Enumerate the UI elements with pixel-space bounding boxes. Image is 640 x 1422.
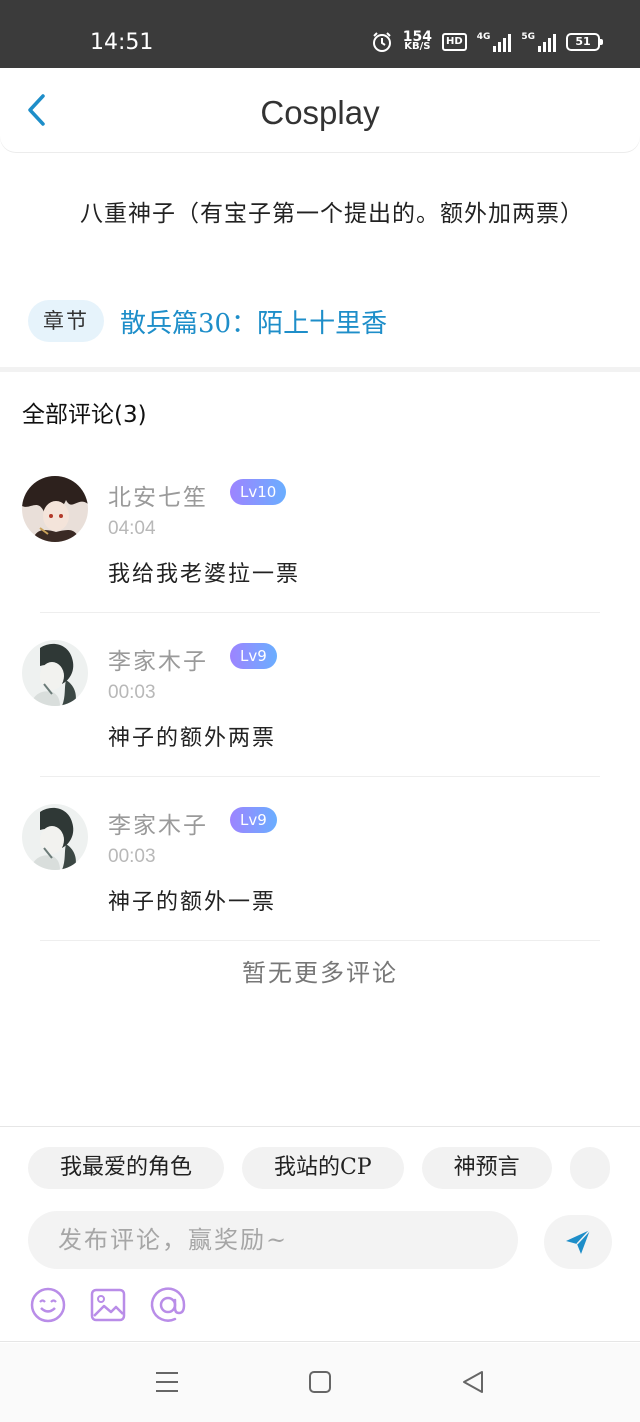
level-badge: Lv9 xyxy=(230,643,277,669)
chapter-row: 章节 散兵篇30：陌上十里香 xyxy=(28,300,387,342)
nav-home-button[interactable] xyxy=(305,1367,335,1397)
image-button[interactable] xyxy=(88,1285,128,1325)
net-speed: 154 KB/S xyxy=(402,29,433,52)
avatar[interactable] xyxy=(22,476,88,542)
composer-tools xyxy=(28,1285,188,1325)
chip-favorite-character[interactable]: 我最爱的角色 xyxy=(28,1147,225,1189)
chapter-tag: 章节 xyxy=(28,300,104,342)
comment-item: 北安七笙 Lv10 04:04 我给我老婆拉一票 xyxy=(0,470,640,613)
no-more-comments: 暂无更多评论 xyxy=(242,959,398,987)
hd-badge: HD xyxy=(442,33,467,51)
comment-username[interactable]: 李家木子 xyxy=(108,642,208,676)
nav-back-button[interactable] xyxy=(458,1367,488,1397)
avatar[interactable] xyxy=(22,640,88,706)
nav-menu-button[interactable] xyxy=(152,1367,182,1397)
comment-time: 00:03 xyxy=(108,682,156,703)
mention-button[interactable] xyxy=(148,1285,188,1325)
mention-icon xyxy=(150,1287,186,1322)
comment-username[interactable]: 李家木子 xyxy=(108,806,208,840)
level-badge: Lv10 xyxy=(230,479,287,505)
comment-time: 00:03 xyxy=(108,846,156,867)
chip-more[interactable] xyxy=(569,1147,610,1189)
chip-my-cp[interactable]: 我站的CP xyxy=(242,1147,404,1189)
section-divider xyxy=(0,367,640,372)
status-icons: 154 KB/S HD 4G 5G 51 xyxy=(371,29,603,55)
status-time: 14:51 xyxy=(90,30,154,55)
comment-item: 李家木子 Lv9 00:03 神子的额外两票 xyxy=(0,634,640,777)
chip-prophecy[interactable]: 神预言 xyxy=(421,1147,552,1189)
quick-chips: 我最爱的角色 我站的CP 神预言 xyxy=(28,1147,610,1189)
comment-composer: 我最爱的角色 我站的CP 神预言 xyxy=(0,1126,640,1342)
battery-icon: 51 xyxy=(566,33,603,51)
comment-text: 我给我老婆拉一票 xyxy=(108,562,301,587)
system-nav-bar xyxy=(0,1343,640,1422)
topic-text: 八重神子（有宝子第一个提出的。额外加两票） xyxy=(80,201,584,227)
avatar[interactable] xyxy=(22,804,88,870)
emoji-icon xyxy=(30,1287,66,1323)
home-square-icon xyxy=(309,1371,331,1393)
app-header: Cosplay xyxy=(0,68,640,152)
comment-text: 神子的额外一票 xyxy=(108,890,277,915)
comment-separator xyxy=(40,776,600,777)
alarm-icon xyxy=(372,32,391,52)
comment-separator xyxy=(40,612,600,613)
comment-time: 04:04 xyxy=(108,518,156,539)
menu-icon xyxy=(156,1372,178,1392)
page-title: Cosplay xyxy=(260,94,380,131)
comment-username[interactable]: 北安七笙 xyxy=(108,478,208,512)
signal-5g-icon: 5G xyxy=(521,32,556,52)
comments-heading: 全部评论(3) xyxy=(22,402,147,428)
image-icon xyxy=(90,1288,126,1322)
comment-text: 神子的额外两票 xyxy=(108,726,277,751)
back-triangle-icon xyxy=(463,1371,483,1393)
comment-input[interactable] xyxy=(28,1211,518,1269)
status-bar: 14:51 154 KB/S HD 4G 5G 51 xyxy=(0,0,640,68)
comment-separator xyxy=(40,940,600,941)
level-badge: Lv9 xyxy=(230,807,277,833)
signal-4g-icon: 4G xyxy=(477,32,512,52)
chapter-link[interactable]: 散兵篇30：陌上十里香 xyxy=(120,303,387,340)
send-icon xyxy=(566,1229,591,1254)
comment-item: 李家木子 Lv9 00:03 神子的额外一票 xyxy=(0,798,640,941)
emoji-button[interactable] xyxy=(28,1285,68,1325)
send-button[interactable] xyxy=(544,1215,612,1269)
